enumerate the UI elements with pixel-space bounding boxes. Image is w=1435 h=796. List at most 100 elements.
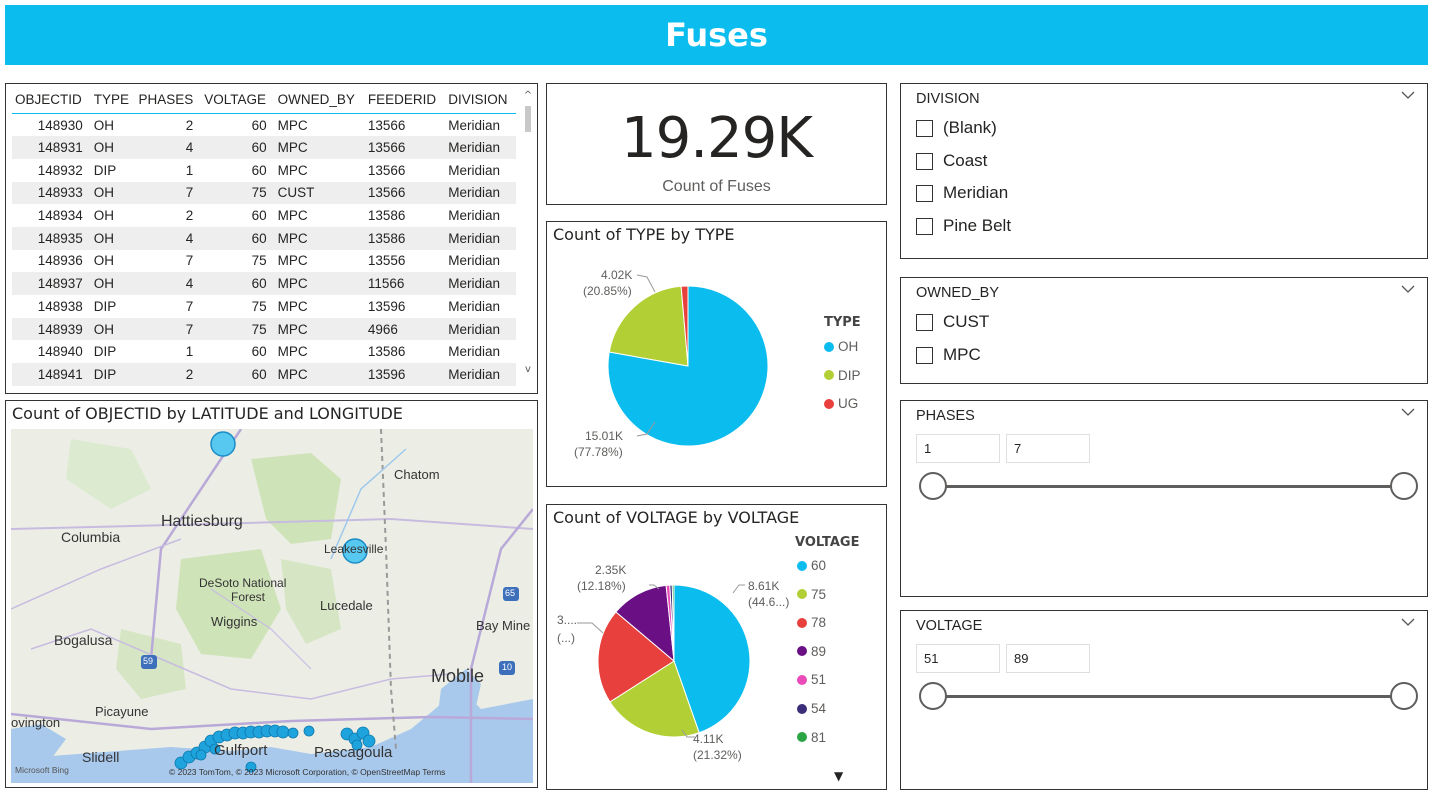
table-row[interactable]: 148931 OH 4 60 MPC 13566 Meridian [12, 136, 516, 159]
voltage-legend-item[interactable]: 51 [797, 672, 826, 687]
voltage-pie-chart[interactable]: Count of VOLTAGE by VOLTAGE 2.35K (12.18… [546, 504, 887, 790]
table-scrollbar[interactable]: ^ v [523, 90, 533, 375]
page-title: Fuses [665, 16, 768, 54]
phases-slider-track[interactable] [933, 485, 1403, 488]
division-option-meridian[interactable]: Meridian [916, 183, 1008, 203]
scroll-thumb[interactable] [525, 106, 531, 132]
division-slicer[interactable]: DIVISION (Blank) Coast Meridian Pine Bel… [900, 83, 1428, 259]
voltage-legend-item[interactable]: 60 [797, 558, 826, 573]
checkbox[interactable] [916, 119, 933, 137]
column-header-division[interactable]: DIVISION [445, 88, 516, 114]
table-cell: 148935 [12, 226, 91, 250]
table-cell: MPC [274, 272, 365, 295]
map-canvas[interactable]: Chatom Hattiesburg Columbia Leakesville … [11, 429, 533, 783]
chevron-down-icon[interactable] [1401, 282, 1415, 298]
table-cell: MPC [277, 344, 308, 360]
phases-max-input[interactable]: 7 [1006, 434, 1090, 463]
table-row[interactable]: 148937 OH 4 60 MPC 11566 Meridian [12, 272, 516, 295]
column-header-type[interactable]: TYPE [90, 88, 136, 114]
legend-label: DIP [838, 367, 861, 383]
table-row[interactable]: 148932 DIP 1 60 MPC 13566 Meridian [12, 159, 516, 182]
chevron-down-icon[interactable] [1401, 405, 1415, 421]
type-pie-chart[interactable]: Count of TYPE by TYPE 4.02K (20.85%) 15.… [546, 221, 887, 487]
division-option-blank[interactable]: (Blank) [916, 118, 997, 138]
bing-logo: Microsoft Bing [15, 765, 69, 775]
column-header-owned-by[interactable]: OWNED_BY [274, 88, 365, 114]
table-row[interactable]: 148940 DIP 1 60 MPC 13586 Meridian [12, 340, 516, 363]
option-label: (Blank) [943, 118, 997, 137]
table-cell: 7 [185, 253, 194, 269]
checkbox[interactable] [916, 313, 933, 331]
legend-dot-icon [797, 646, 807, 657]
division-option-pine-belt[interactable]: Pine Belt [916, 216, 1011, 236]
type-legend-item[interactable]: OH [824, 339, 858, 354]
table-cell: MPC [277, 208, 308, 224]
voltage-legend-item[interactable]: 81 [797, 730, 826, 745]
voltage-slicer[interactable]: VOLTAGE 51 89 [900, 610, 1428, 790]
chevron-down-icon[interactable] [1401, 88, 1415, 104]
table-row[interactable]: 148941 DIP 2 60 MPC 13596 Meridian [12, 363, 516, 386]
owned-option-cust[interactable]: CUST [916, 312, 989, 332]
table-cell: 13566 [364, 136, 446, 159]
legend-label: 54 [811, 701, 827, 716]
table-cell: DIP [90, 363, 136, 386]
legend-dot-icon [824, 370, 834, 380]
phases-slider-max-handle[interactable] [1390, 472, 1418, 500]
division-option-coast[interactable]: Coast [916, 151, 987, 171]
type-legend-item[interactable]: DIP [824, 368, 861, 383]
table-row[interactable]: 148933 OH 7 75 CUST 13566 Meridian [12, 181, 516, 205]
table-row[interactable]: 148930 OH 2 60 MPC 13566 Meridian [12, 114, 516, 137]
map-label-hattiesburg: Hattiesburg [161, 513, 243, 530]
checkbox[interactable] [916, 152, 933, 170]
voltage-min-input[interactable]: 51 [916, 644, 1000, 673]
table-row[interactable]: 148939 OH 7 75 MPC 4966 Meridian [12, 317, 516, 341]
scroll-down-icon[interactable]: v [523, 364, 533, 375]
table-cell: 7 [135, 181, 202, 205]
table-row[interactable]: 148934 OH 2 60 MPC 13586 Meridian [12, 204, 516, 227]
checkbox[interactable] [916, 346, 933, 364]
table-row[interactable]: 148936 OH 7 75 MPC 13556 Meridian [12, 250, 516, 273]
table-cell: OH [90, 226, 136, 250]
owned-by-slicer[interactable]: OWNED_BY CUST MPC [900, 277, 1428, 384]
table-cell: 7 [185, 298, 194, 314]
column-header-voltage[interactable]: VOLTAGE [201, 88, 275, 114]
phases-slicer[interactable]: PHASES 1 7 [900, 400, 1428, 597]
voltage-legend-item[interactable]: 75 [797, 587, 826, 602]
table-cell: Meridian [448, 117, 501, 133]
owned-option-mpc[interactable]: MPC [916, 345, 981, 365]
voltage-slider-track[interactable] [933, 695, 1403, 698]
table-row[interactable]: 148938 DIP 7 75 MPC 13596 Meridian [12, 295, 516, 318]
phases-min-input[interactable]: 1 [916, 434, 1000, 463]
type-legend-item[interactable]: UG [824, 396, 858, 411]
map-visual[interactable]: Count of OBJECTID by LATITUDE and LONGIT… [5, 400, 538, 788]
map-label-slidell: Slidell [82, 749, 120, 765]
column-header-feederid[interactable]: FEEDERID [364, 88, 446, 114]
table-cell: OH [93, 117, 115, 133]
type-label-oh-pct: (77.78%) [574, 445, 623, 459]
chevron-down-icon[interactable] [1401, 615, 1415, 631]
voltage-legend-item[interactable]: 78 [797, 615, 826, 630]
owned-by-slicer-title: OWNED_BY [916, 285, 999, 301]
voltage-slider-max-handle[interactable] [1390, 682, 1418, 710]
table-row[interactable]: 148935 OH 4 60 MPC 13586 Meridian [12, 226, 516, 250]
fuses-table[interactable]: OBJECTID TYPE PHASES VOLTAGE OWNED_BY FE… [5, 83, 538, 394]
phases-slider-min-handle[interactable] [919, 472, 947, 500]
voltage-label-78-value: 3.... [557, 613, 578, 627]
table-cell: 75 [201, 317, 275, 341]
voltage-legend-item[interactable]: 89 [797, 644, 826, 659]
map-attribution[interactable]: © 2023 TomTom, © 2023 Microsoft Corporat… [169, 767, 445, 777]
legend-more-icon[interactable]: ▼ [834, 769, 843, 783]
voltage-slider-min-handle[interactable] [919, 682, 947, 710]
column-header-phases[interactable]: PHASES [135, 88, 202, 114]
voltage-max-input[interactable]: 89 [1006, 644, 1090, 673]
table-cell: Meridian [445, 363, 516, 386]
checkbox[interactable] [916, 184, 933, 202]
scroll-up-icon[interactable]: ^ [523, 90, 533, 101]
voltage-legend-item[interactable]: 54 [797, 701, 826, 716]
checkbox[interactable] [916, 217, 933, 235]
table-cell: OH [93, 208, 115, 224]
table-cell: 60 [201, 363, 275, 386]
map-label-chatom: Chatom [394, 467, 440, 482]
option-label: Pine Belt [943, 216, 1012, 235]
column-header-objectid[interactable]: OBJECTID [12, 88, 91, 114]
